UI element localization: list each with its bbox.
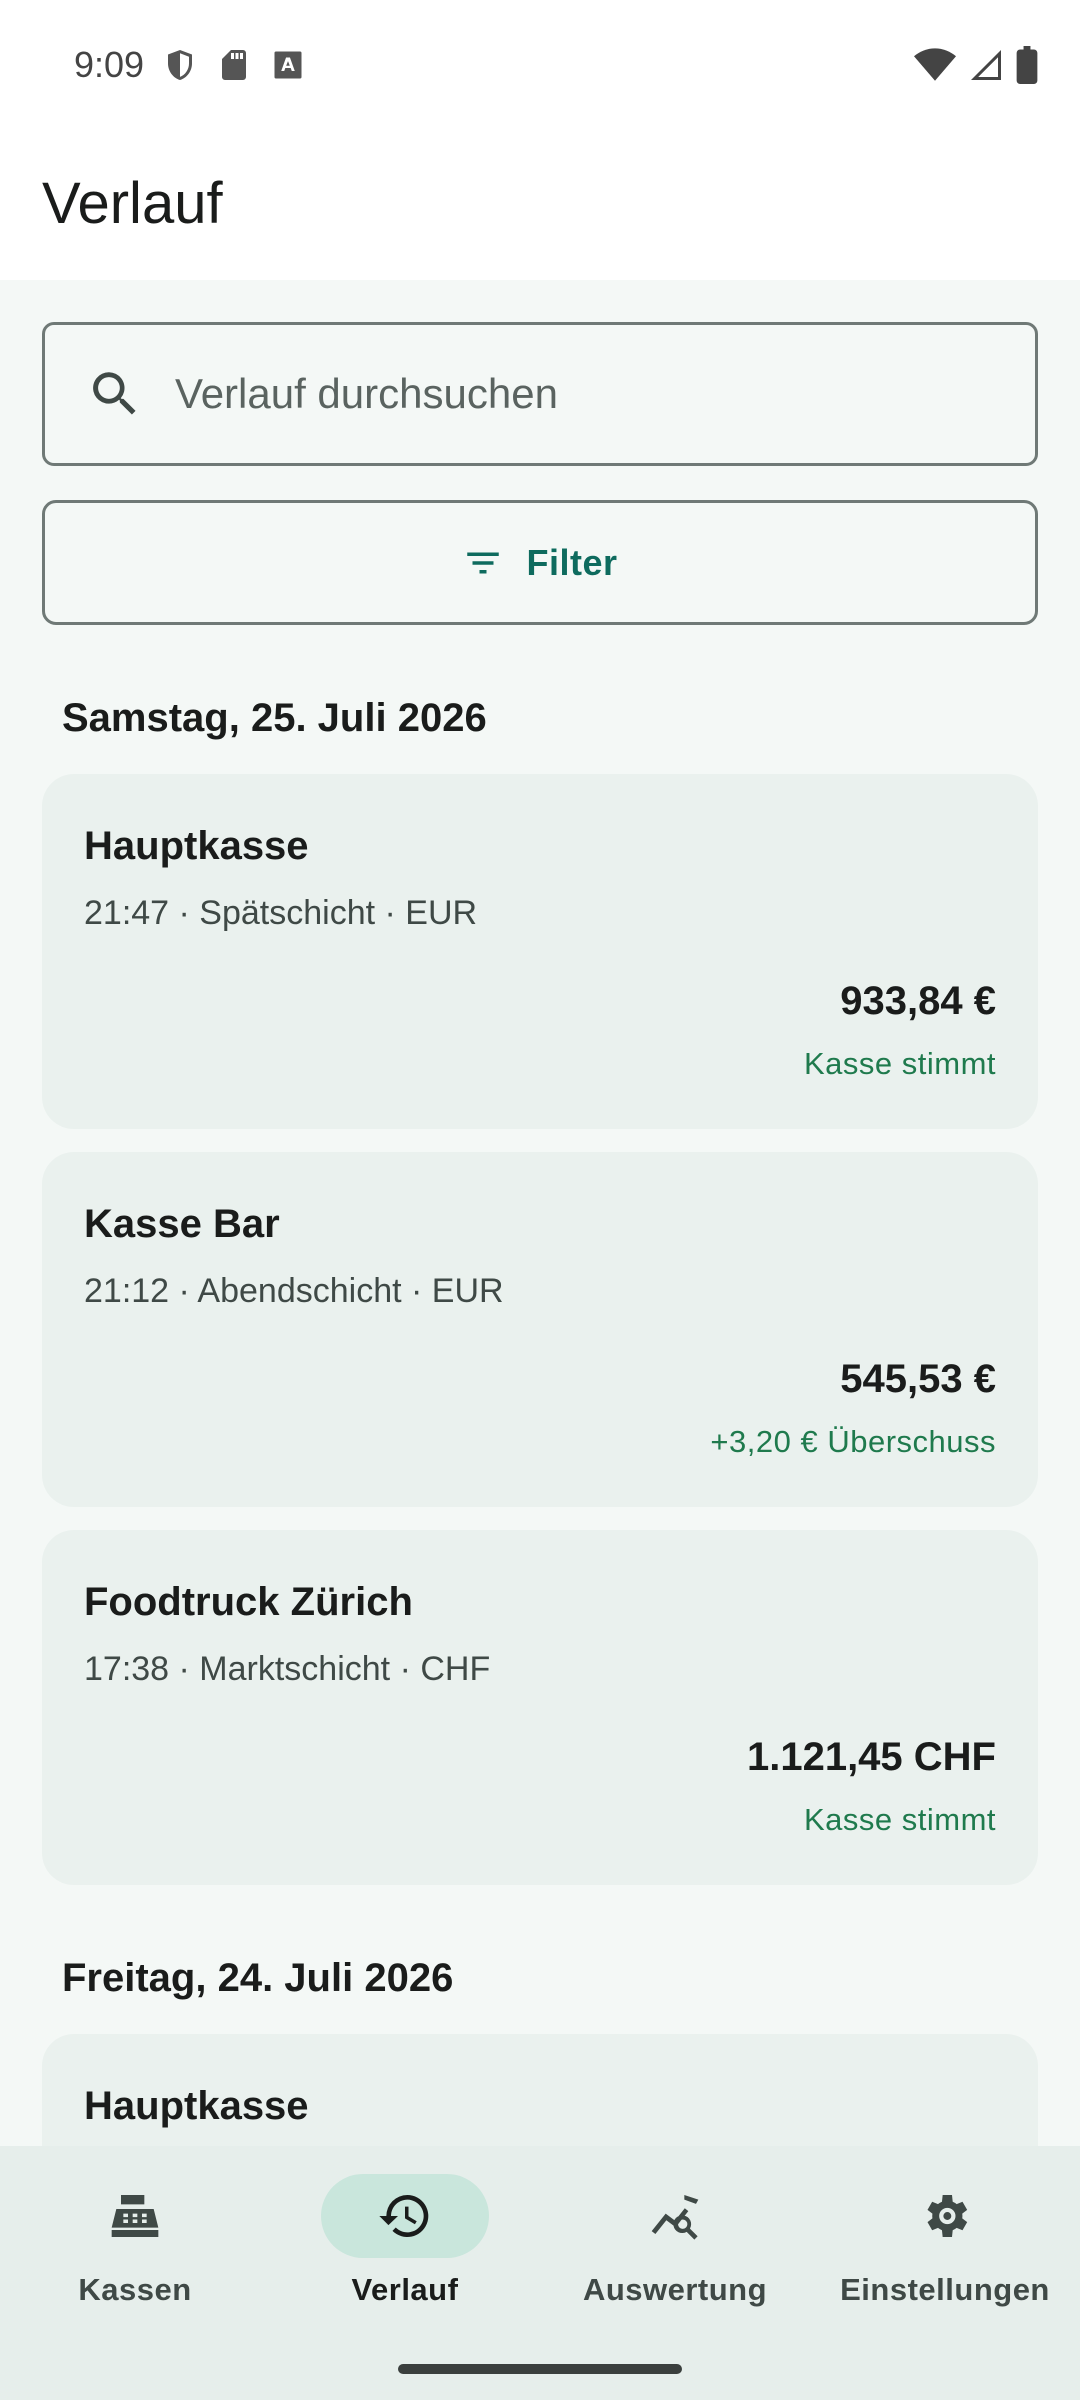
- nav-item-kassen[interactable]: Kassen: [0, 2174, 270, 2334]
- date-header: Samstag, 25. Juli 2026: [62, 696, 487, 740]
- nav-pill-active: [321, 2174, 489, 2258]
- entry-amount: 1.121,45 CHF: [746, 1735, 996, 1779]
- status-time: 9:09: [74, 44, 145, 85]
- nav-item-auswertung[interactable]: Auswertung: [540, 2174, 810, 2334]
- entry-status: Kasse stimmt: [803, 1802, 996, 1837]
- search-icon: [93, 372, 136, 415]
- entry-subtitle: 21:47 · Spätschicht · EUR: [84, 894, 478, 932]
- home-indicator[interactable]: [398, 2364, 682, 2374]
- nav-label: Verlauf: [351, 2272, 459, 2307]
- history-content[interactable]: Filter Samstag, 25. Juli 2026 Hauptkasse…: [0, 280, 1080, 2146]
- history-entry-card[interactable]: Hauptkasse: [42, 2034, 1038, 2146]
- bottom-navigation: Kassen Verlauf Auswertung Einstellungen: [0, 2146, 1080, 2400]
- cell-signal-icon: [971, 50, 1001, 80]
- nav-label: Kassen: [78, 2272, 192, 2307]
- status-bar: 9:09: [0, 0, 1080, 130]
- cash-register-icon: [111, 2195, 159, 2237]
- entry-subtitle: 17:38 · Marktschicht · CHF: [84, 1650, 491, 1688]
- chart-search-icon: [651, 2195, 699, 2240]
- filter-list-icon: [467, 552, 500, 573]
- filter-button[interactable]: Filter: [42, 500, 1038, 625]
- gear-icon: [927, 2195, 968, 2237]
- filter-label: Filter: [526, 541, 618, 583]
- entry-amount: 545,53 €: [840, 1357, 996, 1401]
- search-field[interactable]: [42, 322, 1038, 466]
- search-icon-wrap: [45, 365, 175, 423]
- entry-subtitle: 21:12 · Abendschicht · EUR: [84, 1272, 504, 1310]
- wifi-icon: [914, 48, 956, 81]
- nav-pill: [861, 2174, 1029, 2258]
- entry-status: Kasse stimmt: [803, 1046, 996, 1081]
- history-icon: [379, 2195, 429, 2237]
- entry-title: Kasse Bar: [84, 1202, 280, 1246]
- history-entry-card[interactable]: Hauptkasse 21:47 · Spätschicht · EUR 933…: [42, 774, 1038, 1129]
- nav-pill: [51, 2174, 219, 2258]
- keyboard-a-icon: [274, 51, 302, 79]
- history-entry-card[interactable]: Foodtruck Zürich 17:38 · Marktschicht · …: [42, 1530, 1038, 1885]
- nav-item-einstellungen[interactable]: Einstellungen: [810, 2174, 1080, 2334]
- status-left: 9:09: [74, 44, 306, 86]
- search-input[interactable]: [175, 370, 995, 418]
- nav-item-verlauf[interactable]: Verlauf: [270, 2174, 540, 2334]
- entry-amount: 933,84 €: [840, 979, 996, 1023]
- page-title: Verlauf: [42, 171, 223, 236]
- history-entry-card[interactable]: Kasse Bar 21:12 · Abendschicht · EUR 545…: [42, 1152, 1038, 1507]
- sd-card-icon: [222, 50, 247, 80]
- entry-status: +3,20 € Überschuss: [710, 1424, 996, 1459]
- shield-icon: [168, 50, 193, 80]
- entry-title: Foodtruck Zürich: [84, 1580, 413, 1624]
- date-header: Freitag, 24. Juli 2026: [62, 1956, 454, 2000]
- nav-label: Einstellungen: [840, 2272, 1050, 2307]
- nav-pill: [591, 2174, 759, 2258]
- entry-title: Hauptkasse: [84, 824, 309, 868]
- status-right: [914, 46, 1038, 84]
- top-app-bar: Verlauf: [0, 130, 1080, 280]
- battery-icon: [1016, 46, 1038, 84]
- nav-label: Auswertung: [582, 2272, 768, 2307]
- entry-title: Hauptkasse: [84, 2084, 309, 2128]
